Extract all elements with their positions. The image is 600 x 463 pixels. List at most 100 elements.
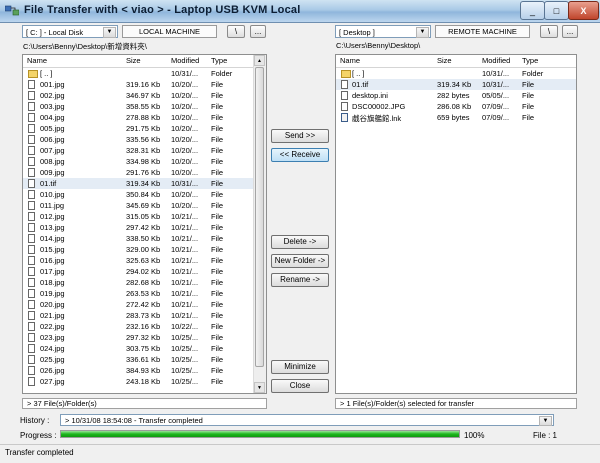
remote-file-list[interactable]: Name Size Modified Type [ .. ] 10/31/... F… — [335, 54, 577, 394]
scroll-up-icon[interactable]: ▲ — [254, 55, 265, 66]
file-icon — [28, 333, 35, 342]
column-size[interactable]: Size — [437, 56, 452, 65]
file-row[interactable]: 022.jpg 232.16 Kb 10/22/... File — [23, 321, 266, 332]
column-name[interactable]: Name — [340, 56, 360, 65]
file-row[interactable]: 006.jpg 335.56 Kb 10/20/... File — [23, 134, 266, 145]
file-row[interactable]: 008.jpg 334.98 Kb 10/20/... File — [23, 156, 266, 167]
file-icon — [28, 201, 35, 210]
file-row[interactable]: 021.jpg 283.73 Kb 10/21/... File — [23, 310, 266, 321]
file-icon — [28, 256, 35, 265]
file-name: 007.jpg — [40, 146, 65, 155]
local-scroll-thumb[interactable] — [255, 67, 264, 367]
remote-root-button[interactable]: \ — [540, 25, 558, 38]
file-icon — [28, 245, 35, 254]
new-folder-button[interactable]: New Folder -> — [271, 254, 329, 268]
file-icon — [28, 135, 35, 144]
file-modified: 10/22/... — [171, 322, 199, 331]
file-row[interactable]: 01.tif 319.34 Kb 10/31/... File — [23, 178, 266, 189]
local-drive-select[interactable]: [ C: ] - Local Disk ▼ — [22, 25, 118, 38]
file-name: 002.jpg — [40, 91, 65, 100]
remote-drive-select[interactable]: [ Desktop ] ▼ — [335, 25, 431, 38]
column-size[interactable]: Size — [126, 56, 141, 65]
file-size: 315.05 Kb — [126, 212, 161, 221]
file-modified: 10/21/... — [171, 212, 199, 221]
file-row[interactable]: [ .. ] 10/31/... Folder — [23, 68, 266, 79]
file-row[interactable]: 011.jpg 345.69 Kb 10/20/... File — [23, 200, 266, 211]
file-row[interactable]: 026.jpg 384.93 Kb 10/25/... File — [23, 365, 266, 376]
file-size: 291.75 Kb — [126, 124, 161, 133]
minimize-button[interactable]: Minimize — [271, 360, 329, 374]
local-browse-button[interactable]: ... — [250, 25, 266, 38]
file-row[interactable]: 025.jpg 336.61 Kb 10/25/... File — [23, 354, 266, 365]
file-row[interactable]: 004.jpg 278.88 Kb 10/20/... File — [23, 112, 266, 123]
file-row[interactable]: [ .. ] 10/31/... Folder — [336, 68, 576, 79]
file-name: 008.jpg — [40, 157, 65, 166]
maximize-window-button[interactable]: □ — [544, 1, 569, 20]
file-row[interactable]: 003.jpg 358.55 Kb 10/20/... File — [23, 101, 266, 112]
file-name: 010.jpg — [40, 190, 65, 199]
file-row[interactable]: 016.jpg 325.63 Kb 10/21/... File — [23, 255, 266, 266]
column-type[interactable]: Type — [211, 56, 227, 65]
file-type: File — [211, 234, 224, 243]
title-bar[interactable]: File Transfer with < viao > - Laptop USB… — [0, 0, 600, 23]
file-row[interactable]: 002.jpg 346.97 Kb 10/20/... File — [23, 90, 266, 101]
receive-button[interactable]: << Receive — [271, 148, 329, 162]
remote-browse-button[interactable]: ... — [562, 25, 578, 38]
file-row[interactable]: 014.jpg 338.50 Kb 10/21/... File — [23, 233, 266, 244]
file-size: 297.32 Kb — [126, 333, 161, 342]
scroll-down-icon[interactable]: ▼ — [254, 382, 265, 393]
file-row[interactable]: 010.jpg 350.84 Kb 10/20/... File — [23, 189, 266, 200]
file-icon — [341, 102, 348, 111]
local-scrollbar[interactable]: ▲ ▼ — [253, 55, 266, 393]
file-name: 019.jpg — [40, 289, 65, 298]
file-row[interactable]: 015.jpg 329.00 Kb 10/21/... File — [23, 244, 266, 255]
local-status: > 37 File(s)/Folder(s) — [22, 398, 267, 409]
delete-button[interactable]: Delete -> — [271, 235, 329, 249]
send-button[interactable]: Send >> — [271, 129, 329, 143]
file-modified: 05/05/... — [482, 91, 510, 100]
file-size: 319.34 Kb — [437, 80, 472, 89]
file-row[interactable]: desktop.ini 282 bytes 05/05/... File — [336, 90, 576, 101]
history-select[interactable]: > 10/31/08 18:54:08 - Transfer completed… — [60, 414, 554, 426]
column-modified[interactable]: Modified — [171, 56, 199, 65]
file-row[interactable]: 018.jpg 282.68 Kb 10/21/... File — [23, 277, 266, 288]
column-type[interactable]: Type — [522, 56, 538, 65]
file-modified: 10/20/... — [171, 135, 199, 144]
file-row[interactable]: 007.jpg 328.31 Kb 10/20/... File — [23, 145, 266, 156]
file-row[interactable]: 005.jpg 291.75 Kb 10/20/... File — [23, 123, 266, 134]
rename-button[interactable]: Rename -> — [271, 273, 329, 287]
file-modified: 10/21/... — [171, 267, 199, 276]
file-row[interactable]: 023.jpg 297.32 Kb 10/25/... File — [23, 332, 266, 343]
file-row[interactable]: 027.jpg 243.18 Kb 10/25/... File — [23, 376, 266, 387]
local-file-list[interactable]: Name Size Modified Type [ .. ] 10/31/... F… — [22, 54, 267, 394]
close-button[interactable]: Close — [271, 379, 329, 393]
file-size: 329.00 Kb — [126, 245, 161, 254]
file-modified: 10/20/... — [171, 124, 199, 133]
close-window-button[interactable]: X — [568, 1, 599, 20]
file-row[interactable]: 013.jpg 297.42 Kb 10/21/... File — [23, 222, 266, 233]
file-modified: 10/20/... — [171, 80, 199, 89]
remote-machine-label: REMOTE MACHINE — [435, 25, 530, 38]
file-modified: 10/21/... — [171, 234, 199, 243]
file-row[interactable]: DSC00002.JPG 286.08 Kb 07/09/... File — [336, 101, 576, 112]
file-row[interactable]: 012.jpg 315.05 Kb 10/21/... File — [23, 211, 266, 222]
file-name: 01.tif — [40, 179, 57, 188]
file-row[interactable]: 戲谷旗艦館.lnk 659 bytes 07/09/... File — [336, 112, 576, 123]
file-row[interactable]: 020.jpg 272.42 Kb 10/21/... File — [23, 299, 266, 310]
file-transfer-window: File Transfer with < viao > - Laptop USB… — [0, 0, 600, 463]
column-name[interactable]: Name — [27, 56, 47, 65]
local-root-button[interactable]: \ — [227, 25, 245, 38]
column-modified[interactable]: Modified — [482, 56, 510, 65]
file-icon — [28, 146, 35, 155]
file-name: 026.jpg — [40, 366, 65, 375]
file-row[interactable]: 01.tif 319.34 Kb 10/31/... File — [336, 79, 576, 90]
file-size: 346.97 Kb — [126, 91, 161, 100]
file-row[interactable]: 001.jpg 319.16 Kb 10/20/... File — [23, 79, 266, 90]
minimize-window-button[interactable]: _ — [520, 1, 545, 20]
file-name: 016.jpg — [40, 256, 65, 265]
local-list-header: Name Size Modified Type — [23, 55, 266, 68]
file-row[interactable]: 019.jpg 263.53 Kb 10/21/... File — [23, 288, 266, 299]
file-row[interactable]: 024.jpg 303.75 Kb 10/25/... File — [23, 343, 266, 354]
file-row[interactable]: 017.jpg 294.02 Kb 10/21/... File — [23, 266, 266, 277]
file-row[interactable]: 009.jpg 291.76 Kb 10/20/... File — [23, 167, 266, 178]
